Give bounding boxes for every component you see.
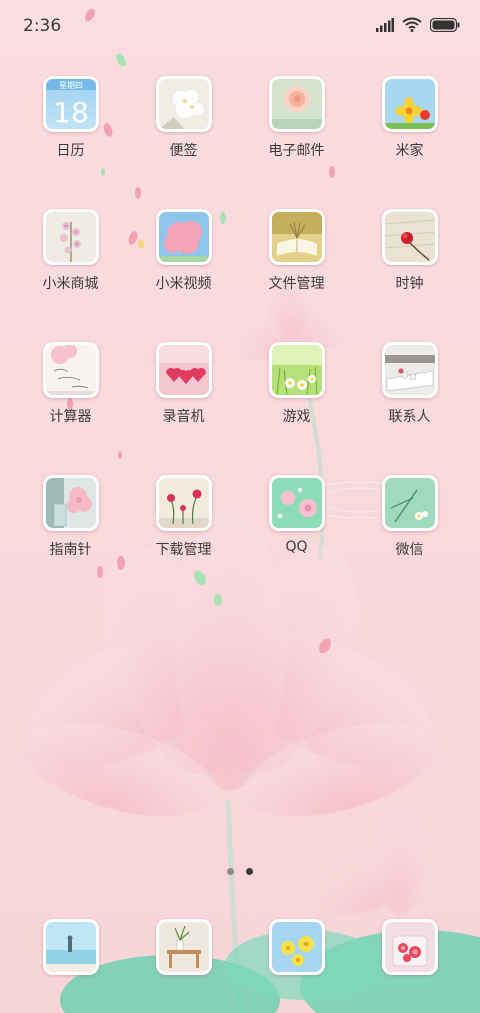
app-mi-video[interactable]: 小米视频 <box>127 209 240 342</box>
app-label: 下载管理 <box>155 542 212 558</box>
calendar-day: 18 <box>53 96 89 129</box>
app-label: 小米视频 <box>155 276 212 292</box>
downloads-icon <box>155 475 212 531</box>
page-dot-1[interactable] <box>227 868 234 875</box>
page-dot-2-active[interactable] <box>246 868 253 875</box>
app-label: 文件管理 <box>268 276 325 292</box>
mi-store-icon <box>42 209 99 265</box>
app-label: 米家 <box>395 143 424 159</box>
app-mi-store[interactable]: 小米商城 <box>14 209 127 342</box>
app-label: QQ <box>285 539 308 555</box>
email-icon <box>268 76 325 132</box>
qq-icon <box>268 475 325 531</box>
app-label: 计算器 <box>49 409 92 425</box>
app-label: 小米商城 <box>42 276 99 292</box>
camera-icon <box>381 919 438 975</box>
app-file-manager[interactable]: 文件管理 <box>240 209 353 342</box>
app-compass[interactable]: 指南针 <box>14 475 127 608</box>
app-wechat[interactable]: 微信 <box>353 475 466 608</box>
calculator-icon <box>42 342 99 398</box>
dock <box>14 919 466 975</box>
app-label: 微信 <box>395 542 424 558</box>
contacts-icon <box>381 342 438 398</box>
app-label: 日历 <box>56 143 85 159</box>
phone-icon <box>42 919 99 975</box>
messages-icon <box>155 919 212 975</box>
recorder-icon <box>155 342 212 398</box>
signal-icon <box>376 17 394 32</box>
app-qq[interactable]: QQ <box>240 475 353 608</box>
app-label: 指南针 <box>49 542 92 558</box>
dock-camera[interactable] <box>353 919 466 975</box>
battery-icon <box>430 17 460 32</box>
notes-icon <box>155 76 212 132</box>
mi-video-icon <box>155 209 212 265</box>
games-icon <box>268 342 325 398</box>
app-grid: 星期四 18 日历 便签 电子邮件 米家 小米商城 小米视频 文件管理 时钟 计… <box>14 76 466 608</box>
app-recorder[interactable]: 录音机 <box>127 342 240 475</box>
app-clock[interactable]: 时钟 <box>353 209 466 342</box>
compass-icon <box>42 475 99 531</box>
app-games[interactable]: 游戏 <box>240 342 353 475</box>
file-manager-icon <box>268 209 325 265</box>
mijia-icon <box>381 76 438 132</box>
clock-icon <box>381 209 438 265</box>
calendar-icon: 星期四 18 <box>42 76 99 132</box>
dock-browser[interactable] <box>240 919 353 975</box>
app-label: 联系人 <box>388 409 431 425</box>
app-downloads[interactable]: 下载管理 <box>127 475 240 608</box>
wifi-icon <box>402 17 422 32</box>
wechat-icon <box>381 475 438 531</box>
app-calculator[interactable]: 计算器 <box>14 342 127 475</box>
dock-messages[interactable] <box>127 919 240 975</box>
app-calendar[interactable]: 星期四 18 日历 <box>14 76 127 209</box>
calendar-weekday: 星期四 <box>59 81 83 90</box>
app-email[interactable]: 电子邮件 <box>240 76 353 209</box>
page-indicator[interactable] <box>0 868 480 875</box>
app-label: 便签 <box>169 143 198 159</box>
app-label: 时钟 <box>395 276 424 292</box>
status-bar: 2:36 <box>0 0 480 52</box>
app-label: 录音机 <box>162 409 205 425</box>
status-icons <box>376 17 460 32</box>
status-time: 2:36 <box>23 16 62 36</box>
app-mijia[interactable]: 米家 <box>353 76 466 209</box>
app-label: 电子邮件 <box>268 143 325 159</box>
app-label: 游戏 <box>282 409 311 425</box>
app-notes[interactable]: 便签 <box>127 76 240 209</box>
browser-icon <box>268 919 325 975</box>
dock-phone[interactable] <box>14 919 127 975</box>
app-contacts[interactable]: 联系人 <box>353 342 466 475</box>
